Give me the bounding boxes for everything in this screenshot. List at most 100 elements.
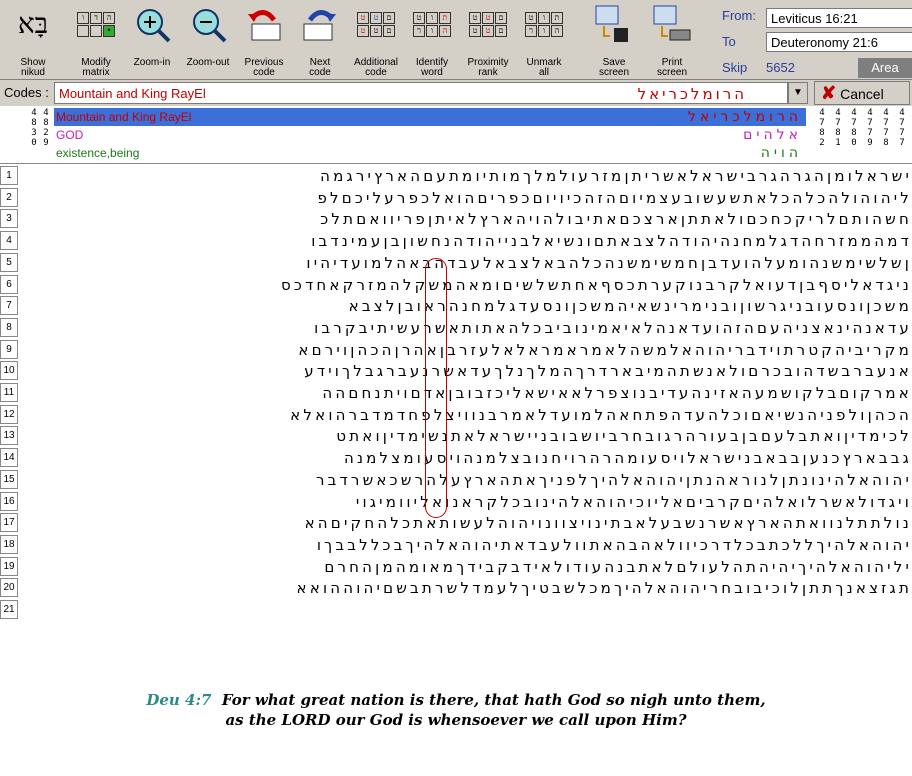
- matrix-row[interactable]: אמרקוםבלקושמעהאזינהעדיבנוצפרלאאישאליכזבו…: [20, 383, 912, 403]
- row-number: 13: [0, 426, 18, 446]
- proximity-icon: טטםטטם: [466, 4, 510, 44]
- identify-word-button[interactable]: טותרוה Identify word: [404, 2, 460, 78]
- nikud-logo-icon: בָּא: [17, 7, 49, 40]
- legend-col-num: 4 7 8 0: [851, 108, 857, 148]
- matrix-row[interactable]: יהוהאלהיךללכתבכלדרכיוולאהבהאתוולעבדאתיהו…: [20, 535, 912, 555]
- row-number: 6: [0, 274, 18, 294]
- previous-arrow-icon: [242, 4, 286, 44]
- matrix-row[interactable]: ויגדולאשרלואלהיםקרביםאליוכיהוהאלהינובכלק…: [20, 492, 912, 512]
- row-number: 16: [0, 491, 18, 511]
- row-number: 5: [0, 252, 18, 272]
- zoom-in-icon: [130, 4, 174, 44]
- row-number: 17: [0, 513, 18, 533]
- legend-panel: 4 8 3 0 4 8 2 9 Mountain and King RayEl …: [0, 106, 912, 164]
- row-number: 4: [0, 231, 18, 251]
- row-number: 8: [0, 317, 18, 337]
- matrix-row[interactable]: תגזצאנךתתןלוכיבובחריהוהאלהיךמכלשבטיךלעמד…: [20, 578, 912, 598]
- row-number: 21: [0, 600, 18, 619]
- verse-line-1: For what great nation is there, that hat…: [221, 691, 766, 709]
- code-highlight-ellipse: [425, 258, 447, 518]
- legend-row-existence[interactable]: existence,being הויה: [54, 144, 806, 162]
- matrix-row[interactable]: ישראלומןהגרהגרבישראלאשריתןמזרעולמלךמותיו…: [20, 166, 912, 186]
- zoom-out-icon: [186, 4, 230, 44]
- matrix-row[interactable]: עדאנהינאצניהעםהזהועדאנהלאיאמינוביבכלהאתו…: [20, 318, 912, 338]
- matrix-row[interactable]: נולתתלנוואתהארץאשרנשבעלאבתינויצוונויהוהל…: [20, 513, 912, 533]
- print-screen-button[interactable]: Print screen: [644, 2, 700, 78]
- legend-hebrew: הרומלכריאל: [687, 109, 802, 125]
- row-number: 7: [0, 296, 18, 316]
- matrix-row[interactable]: מקריביהקטרתוידבריהוהאלמשהלאמראמראלאלעזרב…: [20, 340, 912, 360]
- matrix-row[interactable]: אנעברבשדהובכרםולאנשתהמיבארדרךהמלךנלךעדאש…: [20, 361, 912, 381]
- matrix-row[interactable]: דמהממזרחהדגלמחנהיהודהלצבאתםונשיאלבנייהוד…: [20, 231, 912, 251]
- matrix-row[interactable]: יהוהאלהינונתןלנוראהנתןיהוהאלהיךלפניךאתהא…: [20, 470, 912, 490]
- cancel-label: Cancel: [840, 86, 884, 102]
- skip-label: Skip: [722, 60, 748, 75]
- row-number: 15: [0, 469, 18, 489]
- legend-label: existence,being: [56, 146, 140, 160]
- additional-code-button[interactable]: טטםטטם Additional code: [348, 2, 404, 78]
- show-nikud-button[interactable]: בָּא Show nikud: [0, 2, 66, 78]
- legend-label: GOD: [56, 128, 84, 142]
- from-label: From:: [722, 8, 756, 23]
- verse-ref: Deu 4:7: [146, 691, 212, 709]
- from-field[interactable]: [766, 8, 912, 28]
- row-number: 12: [0, 404, 18, 424]
- legend-row-god[interactable]: GOD אלהים: [54, 126, 806, 144]
- row-number: 18: [0, 534, 18, 554]
- row-number: 11: [0, 383, 18, 402]
- row-number: 9: [0, 339, 18, 359]
- legend-hebrew: אלהים: [743, 127, 802, 143]
- identify-word-icon: טותרוה: [410, 4, 454, 44]
- additional-code-icon: טטםטטם: [354, 4, 398, 44]
- save-icon: [592, 4, 636, 44]
- to-field[interactable]: [766, 32, 912, 52]
- legend-label: Mountain and King RayEl: [56, 110, 192, 124]
- close-icon: ✘: [821, 83, 837, 103]
- legend-col-num: 4 8 3 0: [31, 108, 37, 148]
- unmark-all-button[interactable]: טותרוה Unmark all: [516, 2, 572, 78]
- matrix-row[interactable]: גבבארץכנעןבבאבנישראלויסעומהרהרויחנובצלמנ…: [20, 448, 912, 468]
- row-number: 3: [0, 209, 18, 229]
- row-number: 19: [0, 556, 18, 576]
- next-arrow-icon: [298, 4, 342, 44]
- row-number: 14: [0, 448, 18, 468]
- row-number: 1: [0, 166, 18, 185]
- codes-value: Mountain and King RayEl: [59, 86, 206, 101]
- matrix-row[interactable]: ניגדאליסףבןדעואלקרבנוקערתכסףאחתשלשיםומאה…: [20, 275, 912, 295]
- cancel-button[interactable]: ✘ Cancel: [814, 81, 910, 105]
- next-code-button[interactable]: Next code: [292, 2, 348, 78]
- legend-col-num: 4 8 2 9: [43, 108, 49, 148]
- toolbar: בָּא Show nikud ו ד ה • Modify matrix Zoom-…: [0, 0, 912, 80]
- modify-matrix-button[interactable]: ו ד ה • Modify matrix: [68, 2, 124, 78]
- matrix-row[interactable]: לכימדיןואתבלעםבןבעורהרגובחרביושבובניישרא…: [20, 426, 912, 446]
- zoom-in-button[interactable]: Zoom-in: [124, 2, 180, 78]
- matrix-row[interactable]: ליהוהולהכלהכלאתשעשובעצמיוםהזהכיויוםכפרים…: [20, 188, 912, 208]
- zoom-out-button[interactable]: Zoom-out: [180, 2, 236, 78]
- skip-value: 5652: [766, 60, 795, 75]
- verse-text: Deu 4:7 For what great nation is there, …: [0, 690, 912, 730]
- proximity-rank-button[interactable]: טטםטטם Proximity rank: [460, 2, 516, 78]
- matrix-row[interactable]: יליהוהאלהיךיהיהתהלעולםלאתבנהעודולאידבקבי…: [20, 557, 912, 577]
- area-button[interactable]: Area: [858, 58, 912, 78]
- legend-hebrew: הויה: [760, 145, 802, 161]
- codes-select[interactable]: Mountain and King RayEl הרומלכריאל: [54, 82, 788, 104]
- codes-hebrew: הרומלכריאל: [637, 85, 747, 103]
- previous-code-button[interactable]: Previous code: [236, 2, 292, 78]
- legend-col-num: 4 7 7 8: [883, 108, 889, 148]
- legend-col-num: 4 7 8 1: [835, 108, 841, 148]
- save-screen-button[interactable]: Save screen: [586, 2, 642, 78]
- to-label: To: [722, 34, 736, 49]
- codes-bar: Codes : Mountain and King RayEl הרומלכרי…: [0, 80, 912, 106]
- legend-col-num: 4 7 8 2: [819, 108, 825, 148]
- row-number: 10: [0, 361, 18, 381]
- row-number: 2: [0, 187, 18, 207]
- legend-row-code[interactable]: Mountain and King RayEl הרומלכריאל: [54, 108, 806, 126]
- chevron-down-icon[interactable]: ▼: [788, 82, 808, 104]
- matrix-row[interactable]: ןשלשימשנהומעלהועדבןחמשימשנהכלהבאלצבאלעבד…: [20, 253, 912, 273]
- matrix-row[interactable]: משכןונסעובניגרשוןובנימרינשאיהמשכןונסעדגל…: [20, 296, 912, 316]
- print-icon: [650, 4, 694, 44]
- matrix-row[interactable]: הכהןולפניהנשיאםוכלהעדהפתחאהלמועדלאמרבנוו…: [20, 405, 912, 425]
- matrix-row[interactable]: חשהותםלריקכחכםולאתתןארצכםאתיבולהויהארץלא…: [20, 209, 912, 229]
- codes-label: Codes :: [4, 85, 49, 100]
- verse-line-2: as the LORD our God is whensoever we cal…: [225, 711, 687, 729]
